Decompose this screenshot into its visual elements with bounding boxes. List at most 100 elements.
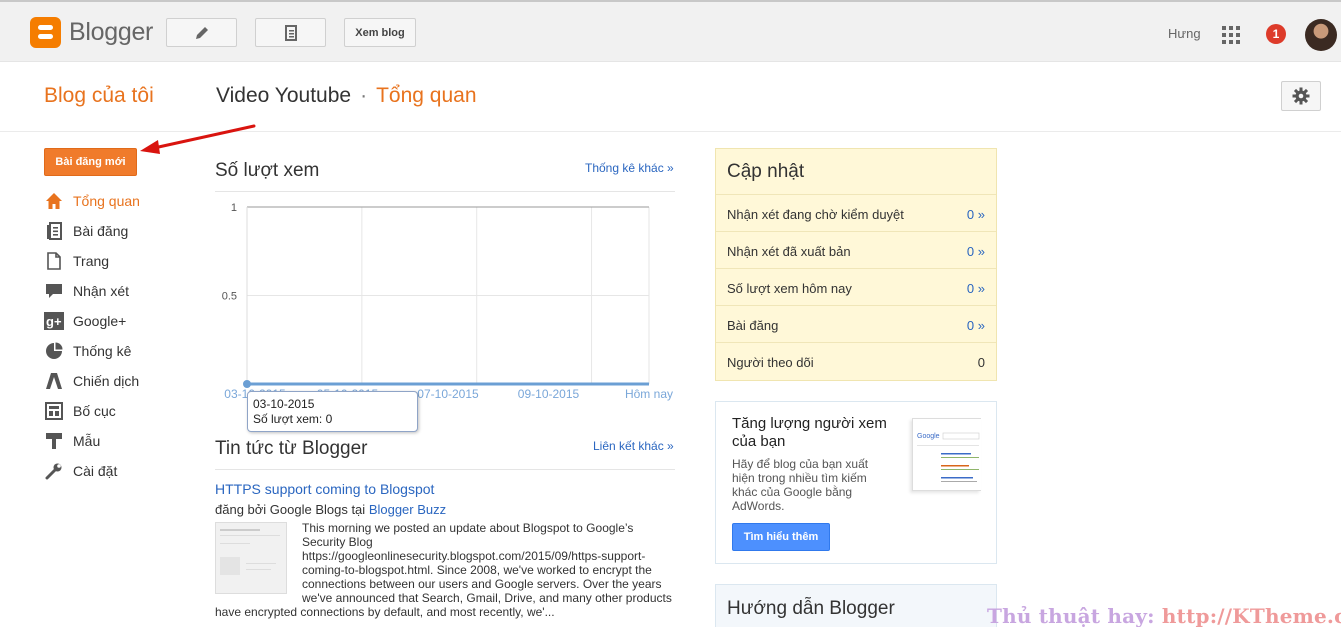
updates-title: Cập nhật [727, 161, 805, 182]
news-post-title-link[interactable]: HTTPS support coming to Blogspot [215, 481, 434, 497]
campaign-icon [44, 371, 64, 391]
tooltip-value: Số lượt xem: 0 [253, 412, 333, 426]
sidebar-item-label: Bài đăng [73, 223, 129, 239]
update-row-published-comments[interactable]: Nhận xét đã xuất bản 0 » [716, 231, 996, 268]
page-title: Tổng quan [376, 84, 477, 107]
chart-y-tick-label: 1 [231, 202, 237, 214]
sidebar-item-overview[interactable]: Tổng quan [44, 190, 140, 212]
top-bar: Blogger Xem blog Hưng 1 [0, 0, 1341, 62]
update-row-followers: Người theo dõi 0 [716, 342, 996, 379]
new-post-pencil-button[interactable] [166, 18, 237, 47]
update-label: Số lượt xem hôm nay [727, 281, 852, 296]
sidebar-item-google-plus[interactable]: g+ Google+ [44, 310, 126, 332]
svg-text:g+: g+ [46, 314, 62, 329]
blogger-guide-panel: Hướng dẫn Blogger [715, 584, 997, 627]
chart-x-tick-label: 09-10-2015 [518, 387, 580, 401]
update-label: Nhận xét đã xuất bản [727, 244, 851, 259]
news-body: This morning we posted an update about B… [215, 521, 675, 619]
update-value-link[interactable]: 0 » [967, 281, 985, 296]
blogger-logo[interactable]: Blogger [30, 17, 153, 48]
update-value-link[interactable]: 0 » [967, 207, 985, 222]
sidebar-item-pages[interactable]: Trang [44, 250, 109, 272]
chart-x-tick-label: 07-10-2015 [417, 387, 479, 401]
update-value: 0 [977, 355, 985, 370]
page-icon [44, 251, 64, 271]
update-value-link[interactable]: 0 » [967, 318, 985, 333]
guide-title: Hướng dẫn Blogger [727, 598, 895, 619]
sidebar-item-label: Nhận xét [73, 283, 130, 299]
updates-panel: Cập nhật Nhận xét đang chờ kiểm duyệt 0 … [715, 148, 997, 381]
update-label: Người theo dõi [727, 355, 814, 370]
home-icon [44, 191, 64, 211]
sidebar-item-posts[interactable]: Bài đăng [44, 220, 128, 242]
site-watermark: Thủ thuật hay: http://KTheme.com [987, 604, 1341, 627]
sidebar-item-label: Mẫu [73, 433, 101, 449]
apps-grid-icon[interactable] [1222, 26, 1240, 44]
chart-x-tick-label: Hôm nay [625, 387, 673, 401]
byline-prefix: đăng bởi Google Blogs tại [215, 502, 366, 517]
sidebar-item-comments[interactable]: Nhận xét [44, 280, 129, 302]
new-post-button[interactable]: Bài đăng mới [44, 148, 137, 176]
tooltip-date: 03-10-2015 [253, 397, 315, 411]
news-divider [215, 469, 675, 470]
settings-button[interactable] [1281, 81, 1321, 111]
adwords-promo: Tăng lượng người xem của bạn Hãy để blog… [715, 401, 997, 564]
template-icon [44, 431, 64, 451]
layout-icon [44, 401, 64, 421]
sidebar-item-label: Bố cục [73, 403, 116, 419]
update-label: Nhận xét đang chờ kiểm duyệt [727, 207, 904, 222]
sidebar-item-stats[interactable]: Thống kê [44, 340, 131, 362]
blogger-logo-icon [30, 17, 61, 48]
sidebar-item-label: Tổng quan [73, 193, 140, 209]
more-links-link[interactable]: Liên kết khác » [593, 439, 674, 453]
news-byline: đăng bởi Google Blogs tại Blogger Buzz [215, 502, 446, 517]
view-blog-button[interactable]: Xem blog [344, 18, 416, 47]
sidebar-item-layout[interactable]: Bố cục [44, 400, 116, 422]
watermark-url: http://KTheme.com [1161, 604, 1341, 627]
logo-text: Blogger [69, 18, 154, 46]
chart-y-tick-label: 0.5 [222, 291, 237, 303]
breadcrumb: Video Youtube · Tổng quan [216, 84, 477, 108]
google-plus-icon: g+ [44, 311, 64, 331]
blog-name[interactable]: Video Youtube [216, 84, 351, 107]
notification-badge[interactable]: 1 [1266, 24, 1286, 44]
update-value-link[interactable]: 0 » [967, 244, 985, 259]
pencil-icon [195, 26, 208, 39]
breadcrumb-separator: · [360, 84, 368, 107]
my-blogs-link[interactable]: Blog của tôi [44, 84, 154, 108]
sidebar-item-settings[interactable]: Cài đặt [44, 460, 117, 482]
search-results-thumbnail: Google [912, 418, 981, 491]
update-row-posts[interactable]: Bài đăng 0 » [716, 305, 996, 342]
thumb-brand: Google [917, 433, 940, 440]
sidebar-item-label: Google+ [73, 313, 127, 329]
stats-icon [44, 341, 64, 361]
byline-source-link[interactable]: Blogger Buzz [369, 502, 446, 517]
posts-list-button[interactable] [255, 18, 326, 47]
learn-more-button[interactable]: Tìm hiểu thêm [732, 523, 830, 551]
views-chart[interactable]: 10.503-10-201505-10-201507-10-201509-10-… [208, 194, 678, 406]
update-row-views-today[interactable]: Số lượt xem hôm nay 0 » [716, 268, 996, 305]
avatar[interactable] [1305, 19, 1337, 51]
sidebar-item-campaigns[interactable]: Chiến dịch [44, 370, 139, 392]
update-label: Bài đăng [727, 318, 779, 333]
gear-icon [1292, 87, 1310, 105]
news-title: Tin tức từ Blogger [215, 438, 368, 459]
update-row-pending-comments[interactable]: Nhận xét đang chờ kiểm duyệt 0 » [716, 194, 996, 231]
wrench-icon [44, 461, 64, 481]
sidebar-item-label: Cài đặt [73, 463, 118, 479]
more-stats-link[interactable]: Thống kê khác » [585, 161, 674, 175]
sidebar-item-label: Chiến dịch [73, 373, 140, 389]
posts-icon [44, 221, 64, 241]
sidebar-item-template[interactable]: Mẫu [44, 430, 100, 452]
views-title: Số lượt xem [215, 160, 320, 181]
comment-icon [44, 281, 64, 301]
chart-tooltip: 03-10-2015 Số lượt xem: 0 [247, 391, 418, 432]
red-arrow-annotation [140, 124, 256, 154]
user-name-link[interactable]: Hưng [1168, 26, 1201, 41]
promo-title: Tăng lượng người xem của bạn [732, 415, 887, 450]
views-divider [215, 191, 675, 192]
watermark-prefix: Thủ thuật hay: [987, 604, 1155, 627]
sidebar-item-label: Trang [73, 253, 110, 269]
posts-icon [284, 24, 297, 41]
sidebar-item-label: Thống kê [73, 343, 132, 359]
